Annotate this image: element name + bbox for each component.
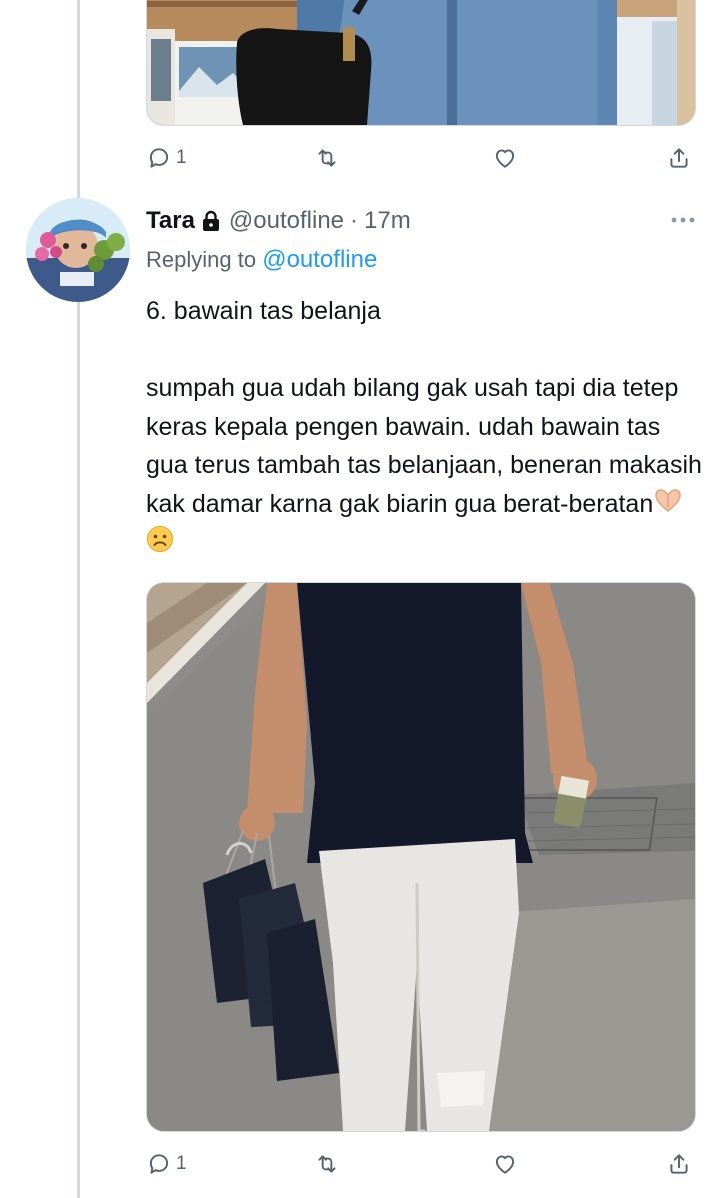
tweet-header: Tara @outofline · 17m: [146, 203, 411, 239]
retweet-icon: [318, 1155, 336, 1173]
retweet-icon: [318, 149, 336, 167]
frowning-face-icon: [146, 525, 174, 565]
tweet-text-body: sumpah gua udah bilang gak usah tapi dia…: [146, 374, 702, 518]
previous-like-button[interactable]: [492, 140, 518, 176]
previous-photo: [147, 0, 695, 125]
replying-to-prefix: Replying to: [146, 247, 257, 272]
share-icon: [670, 1154, 688, 1174]
tweet-actions: 1: [146, 1146, 694, 1182]
more-options-button[interactable]: [668, 206, 698, 234]
heart-icon: [495, 1155, 515, 1174]
author-handle[interactable]: @outofline: [229, 207, 344, 235]
previous-tweet-actions: 1: [146, 140, 694, 176]
thread-line: [77, 0, 80, 1198]
share-button[interactable]: [666, 1146, 692, 1182]
previous-tweet-image[interactable]: [146, 0, 696, 126]
reply-icon: [149, 1154, 169, 1174]
share-icon: [670, 148, 688, 168]
avatar[interactable]: [26, 198, 130, 302]
tweet-text-paragraph: sumpah gua udah bilang gak usah tapi dia…: [146, 369, 706, 564]
tweet-text: 6. bawain tas belanja sumpah gua udah bi…: [146, 292, 706, 564]
replying-to-line: Replying to @outofline: [146, 246, 377, 274]
tweet-photo: [147, 583, 695, 1131]
avatar-photo: [26, 198, 130, 302]
previous-retweet-button[interactable]: [314, 140, 340, 176]
heart-icon: [495, 149, 515, 168]
previous-reply-button[interactable]: 1: [146, 140, 187, 176]
tweet-time[interactable]: 17m: [364, 207, 411, 235]
previous-reply-count: 1: [176, 147, 187, 168]
more-icon: [671, 217, 695, 223]
tweet-image[interactable]: [146, 582, 696, 1132]
lock-icon: [201, 210, 221, 232]
header-separator: ·: [350, 207, 359, 234]
retweet-button[interactable]: [314, 1146, 340, 1182]
heart-hands-icon: [653, 486, 683, 525]
reply-button[interactable]: 1: [146, 1146, 187, 1182]
reply-count: 1: [176, 1153, 187, 1174]
replying-to-link[interactable]: @outofline: [262, 246, 377, 273]
author-name[interactable]: Tara: [146, 207, 195, 235]
reply-icon: [149, 148, 169, 168]
previous-share-button[interactable]: [666, 140, 692, 176]
like-button[interactable]: [492, 1146, 518, 1182]
tweet-text-spacer: [146, 331, 706, 370]
tweet-text-line1: 6. bawain tas belanja: [146, 297, 381, 325]
